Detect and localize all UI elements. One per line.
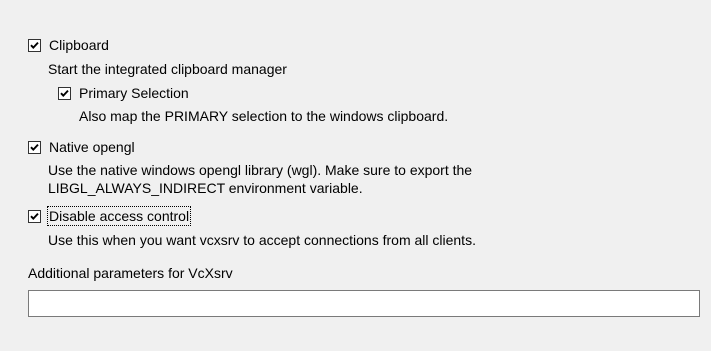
disable-access-control-checkbox-option[interactable]: Disable access control	[28, 206, 192, 226]
options-panel: Clipboard Start the integrated clipboard…	[0, 0, 711, 351]
native-opengl-description-line1: Use the native windows opengl library (w…	[48, 162, 473, 178]
native-opengl-checkbox-option[interactable]: Native opengl	[28, 138, 136, 156]
native-opengl-checkbox[interactable]	[28, 140, 41, 154]
checkmark-icon	[60, 89, 69, 97]
clipboard-checkbox-option[interactable]: Clipboard	[28, 36, 110, 54]
checkmark-icon	[30, 41, 39, 49]
clipboard-description: Start the integrated clipboard manager	[48, 61, 287, 77]
native-opengl-label[interactable]: Native opengl	[48, 138, 136, 156]
checkmark-icon	[30, 212, 39, 220]
primary-selection-checkbox[interactable]	[58, 86, 71, 100]
additional-params-label: Additional parameters for VcXsrv	[28, 265, 233, 281]
disable-access-control-description: Use this when you want vcxsrv to accept …	[48, 232, 476, 248]
disable-access-control-checkbox[interactable]	[28, 209, 41, 223]
clipboard-checkbox[interactable]	[28, 38, 41, 52]
primary-selection-checkbox-option[interactable]: Primary Selection	[58, 84, 190, 102]
primary-selection-description: Also map the PRIMARY selection to the wi…	[79, 108, 449, 124]
additional-params-input[interactable]	[28, 290, 700, 317]
clipboard-label[interactable]: Clipboard	[48, 36, 110, 54]
checkmark-icon	[30, 143, 39, 151]
disable-access-control-label[interactable]: Disable access control	[46, 206, 192, 226]
native-opengl-description-line2: LIBGL_ALWAYS_INDIRECT environment variab…	[48, 180, 363, 196]
primary-selection-label[interactable]: Primary Selection	[78, 84, 190, 102]
